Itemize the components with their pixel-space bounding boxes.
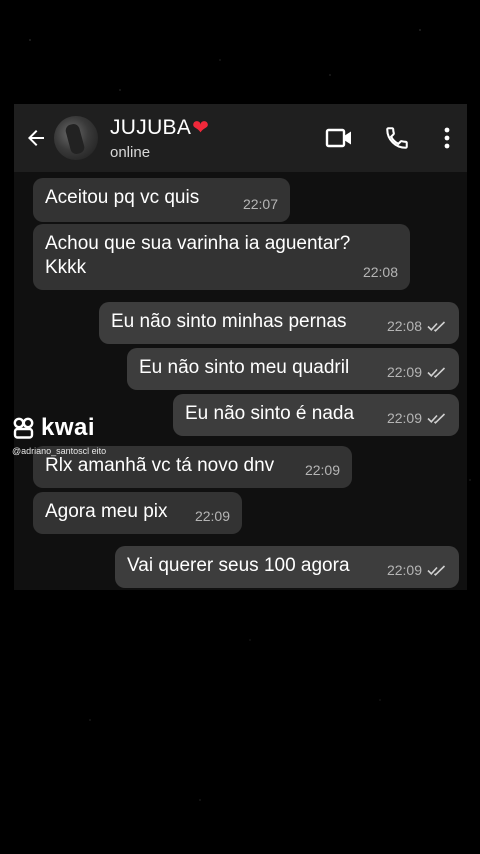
header-actions bbox=[321, 120, 453, 156]
message-meta: 22:09 bbox=[387, 558, 447, 582]
message-bubble-outgoing[interactable]: Eu não sinto minhas pernas 22:08 bbox=[99, 302, 459, 344]
phone-icon bbox=[386, 127, 408, 149]
videocam-icon bbox=[325, 128, 351, 148]
message-text: Eu não sinto meu quadril bbox=[139, 357, 350, 378]
read-receipt-icon bbox=[427, 367, 446, 378]
message-time: 22:09 bbox=[386, 364, 422, 380]
contact-info[interactable]: JUJUBA ❤ online bbox=[110, 116, 209, 161]
message-text: Aceitou pq vc quis bbox=[45, 187, 200, 208]
kwai-watermark: kwai @adriano_santoscl eito bbox=[12, 414, 112, 457]
message-meta: 22:09 bbox=[305, 458, 340, 482]
message-meta: 22:08 bbox=[387, 314, 447, 338]
message-meta: 22:09 bbox=[387, 406, 447, 430]
contact-name: JUJUBA ❤ bbox=[110, 116, 209, 140]
video-frame: JUJUBA ❤ online Aceitou pq vc quis 22:07… bbox=[0, 0, 480, 854]
message-meta: 22:07 bbox=[243, 192, 278, 216]
kwai-handle: @adriano_santoscl eito bbox=[12, 446, 107, 456]
read-receipt-icon bbox=[427, 321, 446, 332]
more-options-button[interactable] bbox=[441, 120, 453, 156]
back-button[interactable] bbox=[18, 120, 54, 156]
chat-header: JUJUBA ❤ online bbox=[14, 104, 467, 172]
contact-avatar[interactable] bbox=[54, 116, 98, 160]
message-text: Rlx amanhã vc tá novo dnv bbox=[45, 455, 275, 476]
message-time: 22:07 bbox=[242, 196, 278, 212]
contact-name-text: JUJUBA bbox=[110, 115, 192, 139]
message-text: Eu não sinto minhas pernas bbox=[111, 311, 347, 332]
message-meta: 22:09 bbox=[387, 360, 447, 384]
message-text: Vai querer seus 100 agora bbox=[127, 555, 350, 576]
message-bubble-outgoing[interactable]: Eu não sinto é nada 22:09 bbox=[173, 394, 459, 436]
message-bubble-incoming[interactable]: Achou que sua varinha ia aguentar? Kkkk … bbox=[33, 224, 410, 290]
message-text: Agora meu pix bbox=[45, 501, 168, 522]
voice-call-button[interactable] bbox=[379, 120, 415, 156]
message-time: 22:09 bbox=[304, 462, 340, 478]
message-time: 22:09 bbox=[386, 410, 422, 426]
read-receipt-icon bbox=[427, 413, 446, 424]
message-text: Achou que sua varinha ia aguentar? Kkkk bbox=[45, 233, 351, 278]
contact-status: online bbox=[110, 143, 151, 161]
message-time: 22:09 bbox=[386, 562, 422, 578]
message-meta: 22:09 bbox=[195, 504, 230, 528]
kwai-icon bbox=[13, 417, 34, 439]
message-list: Aceitou pq vc quis 22:07 Achou que sua v… bbox=[14, 172, 467, 590]
arrow-left-icon bbox=[28, 130, 44, 146]
heart-emoji: ❤ bbox=[192, 116, 210, 139]
message-bubble-outgoing[interactable]: Vai querer seus 100 agora 22:09 bbox=[115, 546, 459, 588]
message-bubble-incoming[interactable]: Agora meu pix 22:09 bbox=[33, 492, 242, 534]
message-text: Eu não sinto é nada bbox=[185, 403, 355, 424]
message-time: 22:08 bbox=[386, 318, 422, 334]
message-meta: 22:08 bbox=[363, 260, 398, 284]
kwai-logo: kwai bbox=[12, 414, 112, 442]
video-call-button[interactable] bbox=[321, 120, 357, 156]
kwai-brand: kwai bbox=[41, 414, 96, 441]
message-time: 22:09 bbox=[194, 508, 230, 524]
message-bubble-outgoing[interactable]: Eu não sinto meu quadril 22:09 bbox=[127, 348, 459, 390]
read-receipt-icon bbox=[427, 565, 446, 576]
message-bubble-incoming[interactable]: Aceitou pq vc quis 22:07 bbox=[33, 178, 290, 222]
more-vert-icon bbox=[444, 127, 450, 149]
message-time: 22:08 bbox=[362, 264, 398, 280]
